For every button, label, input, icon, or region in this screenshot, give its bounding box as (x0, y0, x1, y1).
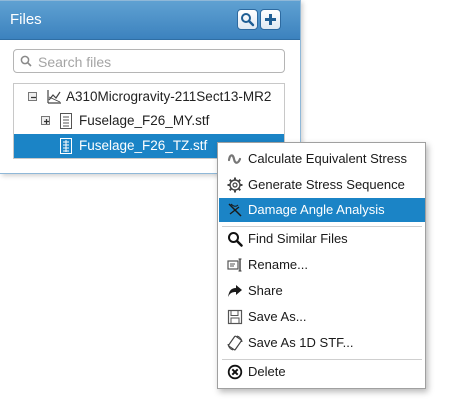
gear-icon (227, 177, 243, 193)
menu-item-delete[interactable]: Delete (219, 360, 425, 384)
tree-item-file[interactable]: Fuselage_F26_MY.stf (14, 109, 284, 133)
panel-title: Files (10, 11, 42, 28)
menu-item-label: Damage Angle Analysis (248, 202, 385, 217)
search-field[interactable] (13, 49, 285, 73)
tree-item-label: Fuselage_F26_MY.stf (79, 113, 210, 128)
floppy-disk-icon (227, 309, 243, 325)
menu-item-save-as-1d-stf[interactable]: Save As 1D STF... (219, 331, 425, 355)
expand-icon[interactable] (41, 116, 50, 125)
rotate-icon (227, 335, 243, 351)
collapse-icon[interactable] (28, 92, 37, 101)
header-add-button[interactable] (260, 9, 281, 30)
menu-item-label: Share (248, 283, 283, 298)
tree-item-label: A310Microgravity-211Sect13-MR2 (66, 89, 272, 104)
document-icon (60, 113, 72, 129)
tree-item-label: Fuselage_F26_TZ.stf (79, 138, 208, 153)
menu-item-label: Delete (248, 364, 286, 379)
angle-icon (228, 203, 242, 217)
search-icon (241, 13, 255, 27)
chart-icon (47, 90, 61, 104)
delete-icon (227, 364, 243, 380)
search-input[interactable] (36, 52, 280, 72)
menu-item-label: Calculate Equivalent Stress (248, 151, 407, 166)
header-search-button[interactable] (237, 9, 258, 30)
menu-item-calculate-equivalent-stress[interactable]: Calculate Equivalent Stress (219, 147, 425, 171)
menu-item-find-similar-files[interactable]: Find Similar Files (219, 227, 425, 251)
menu-item-label: Generate Stress Sequence (248, 177, 405, 192)
tree-item-folder[interactable]: A310Microgravity-211Sect13-MR2 (14, 85, 284, 109)
menu-item-rename[interactable]: Rename... (219, 253, 425, 277)
menu-item-share[interactable]: Share (219, 279, 425, 303)
search-icon (228, 232, 243, 247)
menu-item-generate-stress-sequence[interactable]: Generate Stress Sequence (219, 173, 425, 197)
panel-header: Files (0, 1, 300, 40)
rename-icon (227, 258, 242, 272)
menu-item-label: Find Similar Files (248, 231, 348, 246)
share-arrow-icon (228, 285, 242, 297)
menu-item-save-as[interactable]: Save As... (219, 305, 425, 329)
menu-item-damage-angle-analysis[interactable]: Damage Angle Analysis (219, 198, 425, 222)
table-document-icon (60, 138, 72, 154)
context-menu: Calculate Equivalent Stress Generate Str… (217, 142, 426, 389)
menu-item-label: Rename... (248, 257, 308, 272)
plus-icon (265, 14, 276, 25)
search-icon (20, 55, 32, 67)
menu-item-label: Save As... (248, 309, 307, 324)
menu-item-label: Save As 1D STF... (248, 335, 354, 350)
wave-icon (227, 154, 242, 164)
